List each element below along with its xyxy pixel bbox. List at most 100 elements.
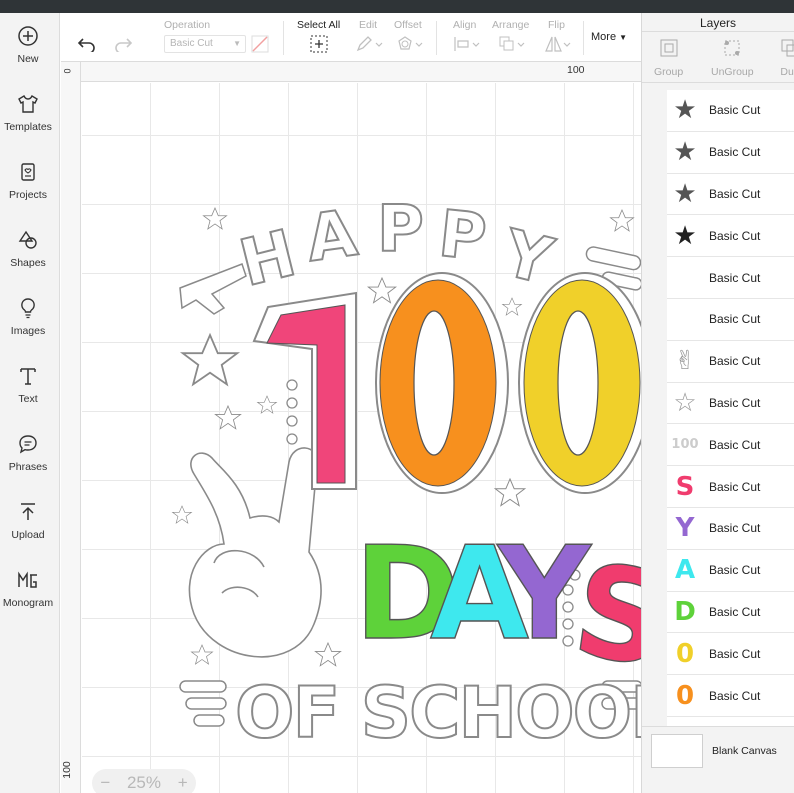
zoom-control: − 25% + — [92, 769, 196, 793]
duplicate-label: Dup — [780, 66, 794, 78]
layer-name: Basic Cut — [709, 228, 761, 243]
ruler-mark: 100 — [567, 64, 585, 76]
sidebar-item-templates[interactable]: Templates — [0, 81, 56, 145]
sidebar-item-new[interactable]: New — [0, 13, 56, 77]
toolbar-divider — [283, 21, 284, 55]
align-label: Align — [453, 19, 477, 31]
offset-icon[interactable] — [396, 35, 424, 53]
toolbar: Operation Basic Cut ▼ Select All Edit Of… — [61, 13, 641, 62]
undo-icon[interactable] — [77, 35, 97, 53]
redo-icon[interactable] — [113, 35, 133, 53]
design-canvas[interactable]: H A P P Y D A Y S OF SCHOO — [82, 83, 641, 793]
layer-name: Basic Cut — [709, 270, 761, 285]
duplicate-button[interactable]: Dup — [780, 38, 794, 78]
layer-row[interactable]: ★ Basic Cut — [667, 132, 794, 174]
group-button[interactable]: Group — [654, 38, 683, 78]
ruler-top: 100 — [61, 62, 641, 82]
layer-thumbnail: Y — [675, 513, 695, 544]
layer-row[interactable]: ★ Basic Cut — [667, 174, 794, 216]
align-icon[interactable] — [453, 35, 481, 53]
layer-name: Basic Cut — [709, 604, 761, 619]
layer-row[interactable]: 1 — [667, 717, 794, 726]
layer-row[interactable]: 100 Basic Cut — [667, 424, 794, 467]
layer-row[interactable]: 0 Basic Cut — [667, 633, 794, 676]
star-icon — [314, 641, 342, 667]
sidebar-item-shapes[interactable]: Shapes — [0, 217, 56, 281]
days-text[interactable]: D A Y S — [353, 519, 641, 697]
sidebar-item-label: Templates — [4, 121, 52, 133]
layer-thumbnail: 0 — [675, 638, 695, 669]
flip-icon[interactable] — [544, 35, 572, 53]
peace-hand-icon — [188, 447, 322, 658]
happy-letter: Y — [495, 216, 559, 299]
offset-label: Offset — [394, 19, 422, 31]
shapes-icon — [15, 227, 41, 253]
sidebar-item-label: Text — [18, 393, 38, 405]
layer-name: Basic Cut — [709, 688, 761, 703]
layer-row[interactable]: 0 Basic Cut — [667, 675, 794, 717]
star-icon — [256, 395, 278, 414]
more-button[interactable]: More ▼ — [591, 31, 627, 43]
layer-row[interactable]: ★ Basic Cut — [667, 90, 794, 132]
layer-row[interactable]: Basic Cut — [667, 299, 794, 341]
sidebar-item-monogram[interactable]: Monogram — [0, 557, 56, 621]
sidebar-item-upload[interactable]: Upload — [0, 489, 56, 553]
sidebar-item-label: Upload — [11, 529, 45, 541]
layer-row[interactable]: D Basic Cut — [667, 592, 794, 634]
layer-row[interactable]: Y Basic Cut — [667, 508, 794, 550]
select-all-icon[interactable] — [310, 35, 328, 53]
layer-row[interactable]: S Basic Cut — [667, 466, 794, 508]
layers-toolbar: Group UnGroup Dup — [642, 32, 794, 83]
layer-name: Basic Cut — [709, 395, 761, 410]
plus-circle-icon — [15, 23, 41, 49]
layer-row[interactable]: A Basic Cut — [667, 550, 794, 592]
edit-pencil-icon[interactable] — [355, 35, 383, 53]
svg-text:H A P: H A P P Y — [233, 193, 560, 302]
app-top-bar — [0, 0, 794, 13]
ruler-mark: 100 — [60, 761, 73, 779]
ruler-origin: 0 — [62, 68, 73, 74]
zoom-in-button[interactable]: + — [178, 773, 188, 793]
star-icon — [202, 207, 228, 230]
color-swatch-icon[interactable] — [251, 35, 269, 53]
happy-letter: H — [233, 217, 303, 302]
layer-row[interactable]: ★ Basic Cut — [667, 215, 794, 258]
artwork[interactable]: H A P P Y D A Y S OF SCHOO — [82, 83, 641, 793]
layer-thumbnail: 0 — [675, 680, 695, 711]
sidebar-item-images[interactable]: Images — [0, 285, 56, 349]
star-icon — [179, 332, 241, 387]
zoom-out-button[interactable]: − — [100, 773, 110, 793]
layers-panel: Layers Group UnGroup Dup ★ Basic Cut ★ Basi… — [641, 13, 794, 793]
blank-canvas-row[interactable]: Blank Canvas — [642, 726, 794, 776]
ungroup-button[interactable]: UnGroup — [711, 38, 754, 78]
edit-label: Edit — [359, 19, 378, 31]
layer-thumbnail — [667, 301, 703, 337]
layer-row[interactable]: ✌ Basic Cut — [667, 341, 794, 383]
layer-thumbnail: ✌ — [674, 346, 696, 377]
zoom-level: 25% — [126, 773, 161, 792]
flip-label: Flip — [548, 19, 565, 31]
speech-bubble-icon — [15, 431, 41, 457]
duplicate-icon — [780, 38, 794, 63]
upload-icon — [15, 499, 41, 525]
layer-row[interactable]: Basic Cut — [667, 257, 794, 299]
layer-list[interactable]: ★ Basic Cut ★ Basic Cut ★ Basic Cut ★ Basic Cut… — [667, 90, 794, 726]
happy-text[interactable]: H A P P Y — [232, 192, 561, 303]
layer-name: Basic Cut — [709, 103, 761, 118]
ungroup-label: UnGroup — [711, 66, 754, 78]
sidebar-item-projects[interactable]: Projects — [0, 149, 56, 213]
ruler-left: 0 100 — [61, 62, 81, 793]
projects-icon — [15, 159, 41, 185]
layer-name: Basic Cut — [709, 437, 761, 452]
star-icon — [190, 644, 214, 665]
layer-row[interactable]: ☆ Basic Cut — [667, 383, 794, 425]
star-icon — [501, 297, 523, 316]
of-school-text[interactable]: OF SCHOOL! — [234, 671, 641, 755]
arrange-icon[interactable] — [498, 35, 526, 53]
sidebar-item-text[interactable]: Text — [0, 353, 56, 417]
number-100[interactable] — [252, 272, 641, 494]
layer-thumbnail: A — [674, 555, 696, 586]
sidebar-item-phrases[interactable]: Phrases — [0, 421, 56, 485]
more-label: More — [591, 31, 617, 43]
operation-select[interactable]: Basic Cut ▼ — [164, 35, 246, 53]
